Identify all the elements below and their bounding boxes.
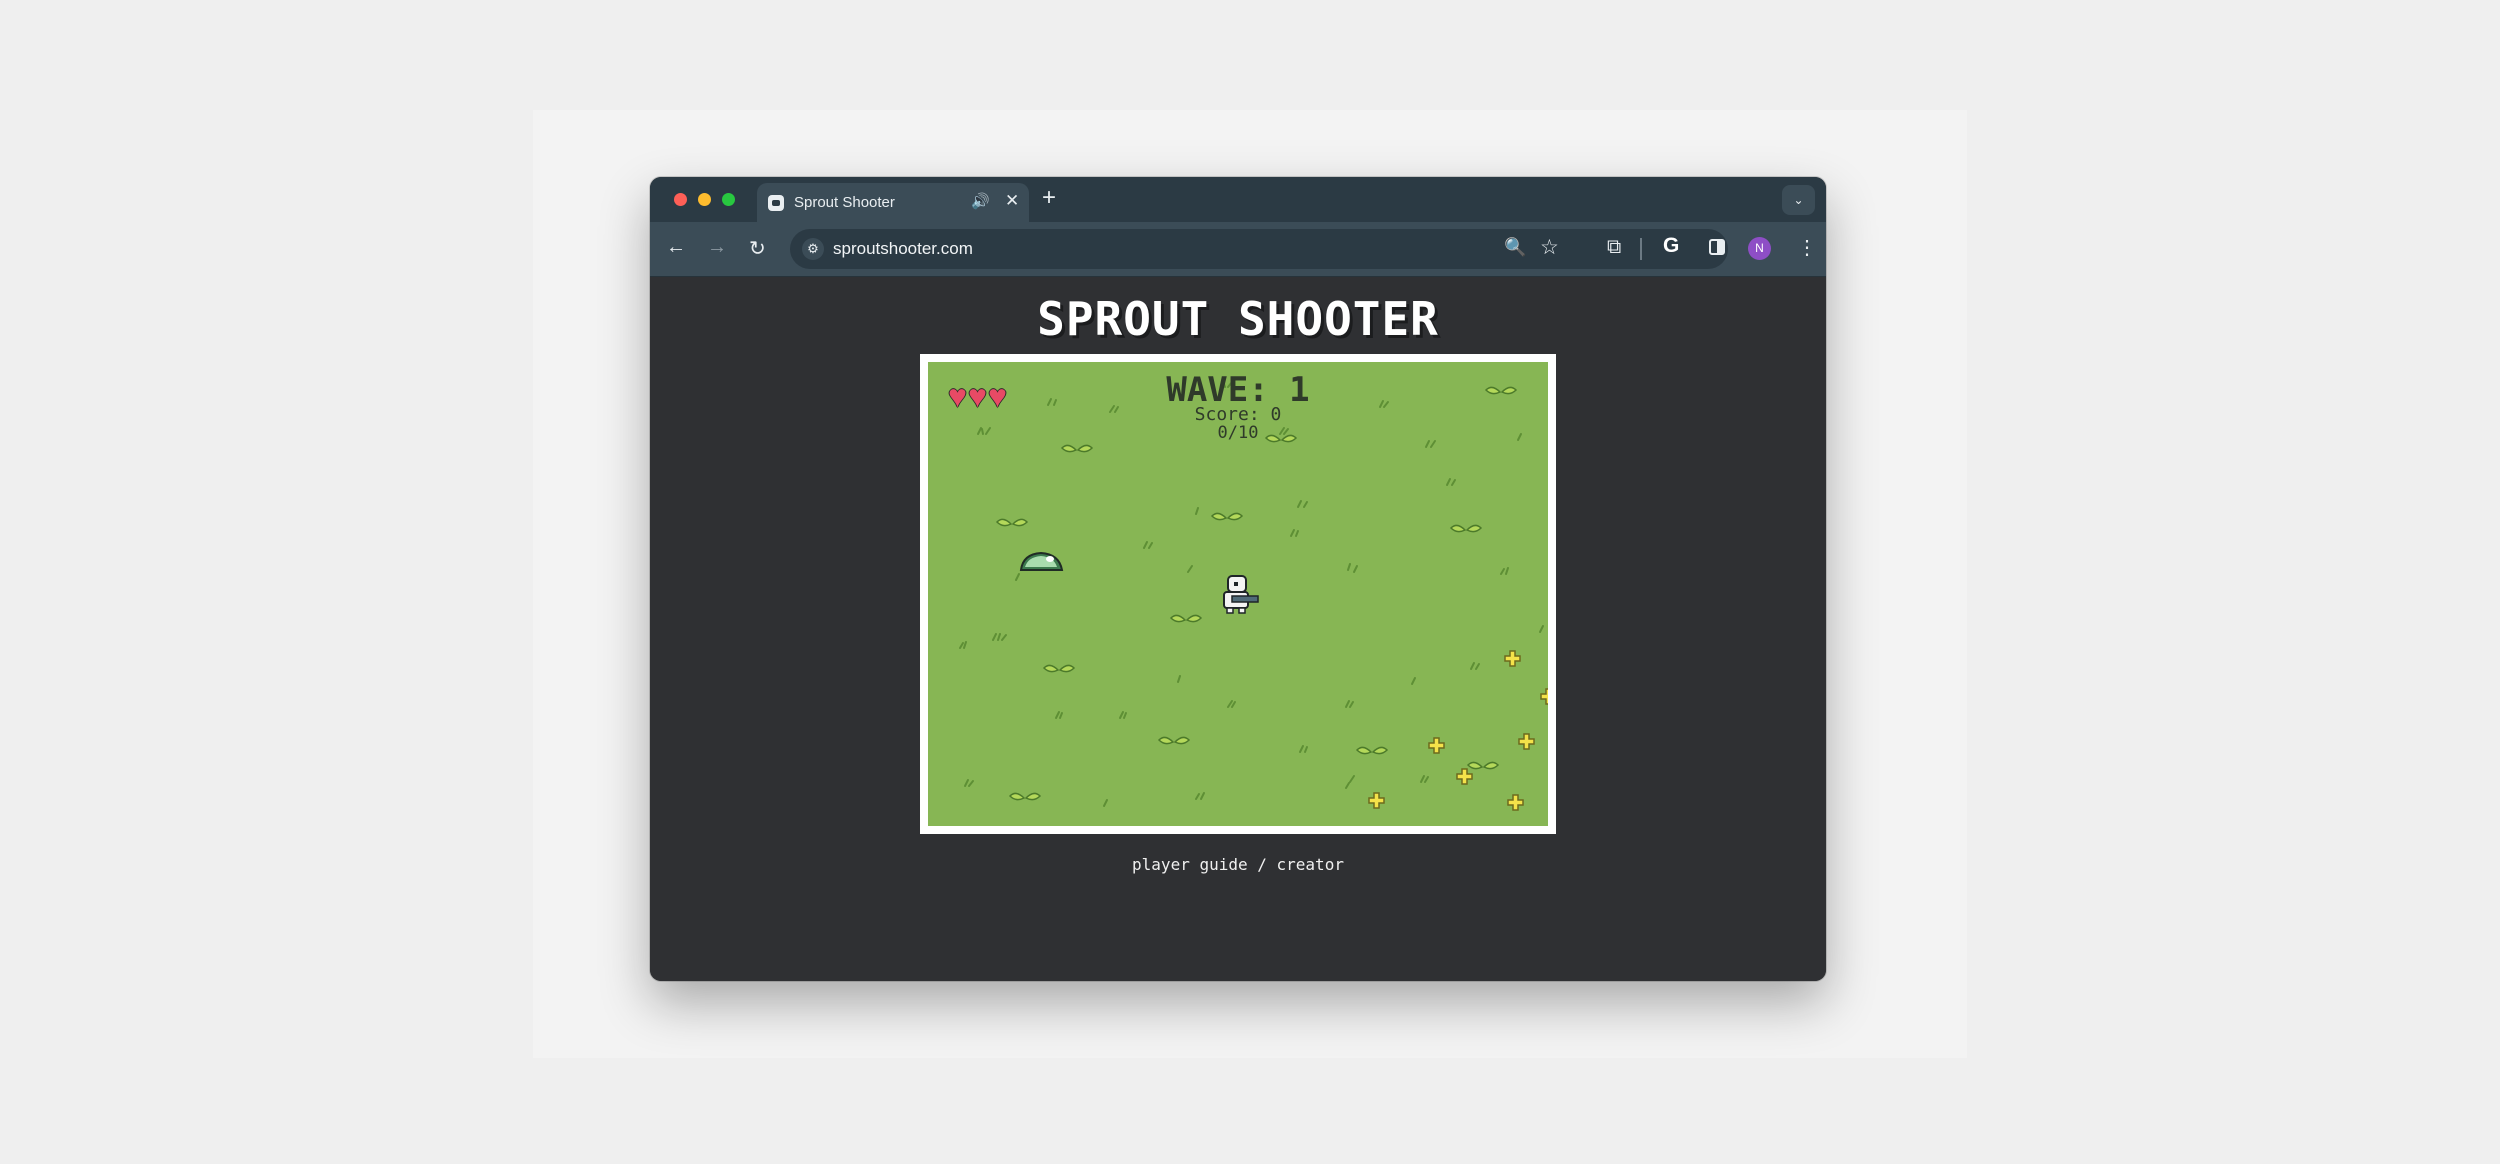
- footer-links[interactable]: player guide / creator: [650, 855, 1826, 874]
- zoom-icon[interactable]: 🔍: [1504, 237, 1526, 258]
- kill-counter: 0/10: [1217, 423, 1259, 443]
- tab-close-icon[interactable]: ✕: [1005, 191, 1019, 211]
- tab-favicon-icon: [768, 195, 784, 211]
- minimize-window-button[interactable]: [698, 193, 711, 206]
- slime-enemy: [1019, 551, 1064, 571]
- close-window-button[interactable]: [674, 193, 687, 206]
- url-text[interactable]: sproutshooter.com: [833, 239, 973, 259]
- bookmark-star-icon[interactable]: ☆: [1540, 235, 1559, 260]
- game-title: SPROUT SHOOTER: [1037, 292, 1439, 346]
- page-content: SPROUT SHOOTER ♥ ♥ ♥ WAVE: 1 Score: 0 0/…: [650, 277, 1826, 981]
- browser-window: Sprout Shooter 🔊 ✕ + ⌄ ← → ↻ ⚙ sproutsho…: [650, 177, 1826, 981]
- player-character: [1223, 575, 1259, 614]
- site-settings-icon[interactable]: ⚙: [802, 238, 824, 260]
- game-frame: ♥ ♥ ♥ WAVE: 1 Score: 0 0/10: [920, 354, 1556, 834]
- maximize-window-button[interactable]: [722, 193, 735, 206]
- grass-tufts: [959, 380, 1544, 807]
- tab-sprout-shooter[interactable]: Sprout Shooter 🔊 ✕: [757, 183, 1029, 222]
- profile-avatar[interactable]: N: [1748, 237, 1771, 260]
- extensions-puzzle-icon[interactable]: ⧉: [1607, 236, 1621, 259]
- side-panel-icon[interactable]: [1709, 239, 1725, 255]
- tab-title: Sprout Shooter: [794, 194, 895, 211]
- score-label: Score: 0: [1194, 404, 1282, 425]
- google-icon[interactable]: G: [1663, 234, 1679, 258]
- browser-toolbar: ← → ↻ ⚙ sproutshooter.com 🔍 ☆ ⧉ G N ⋮: [650, 222, 1826, 277]
- browser-menu-icon[interactable]: ⋮: [1797, 235, 1817, 260]
- address-bar[interactable]: ⚙ sproutshooter.com 🔍 ☆: [790, 229, 1728, 269]
- back-button[interactable]: ←: [666, 236, 686, 259]
- reload-button[interactable]: ↻: [749, 236, 766, 261]
- yellow-flowers: [1368, 650, 1548, 811]
- tab-search-chevron-icon[interactable]: ⌄: [1782, 185, 1815, 215]
- title-bar: Sprout Shooter 🔊 ✕ + ⌄: [650, 177, 1826, 222]
- game-canvas[interactable]: ♥ ♥ ♥ WAVE: 1 Score: 0 0/10: [928, 362, 1548, 826]
- forward-button[interactable]: →: [707, 236, 727, 259]
- new-tab-button[interactable]: +: [1042, 184, 1056, 212]
- toolbar-divider: [1640, 238, 1642, 260]
- speaker-icon[interactable]: 🔊: [971, 192, 990, 210]
